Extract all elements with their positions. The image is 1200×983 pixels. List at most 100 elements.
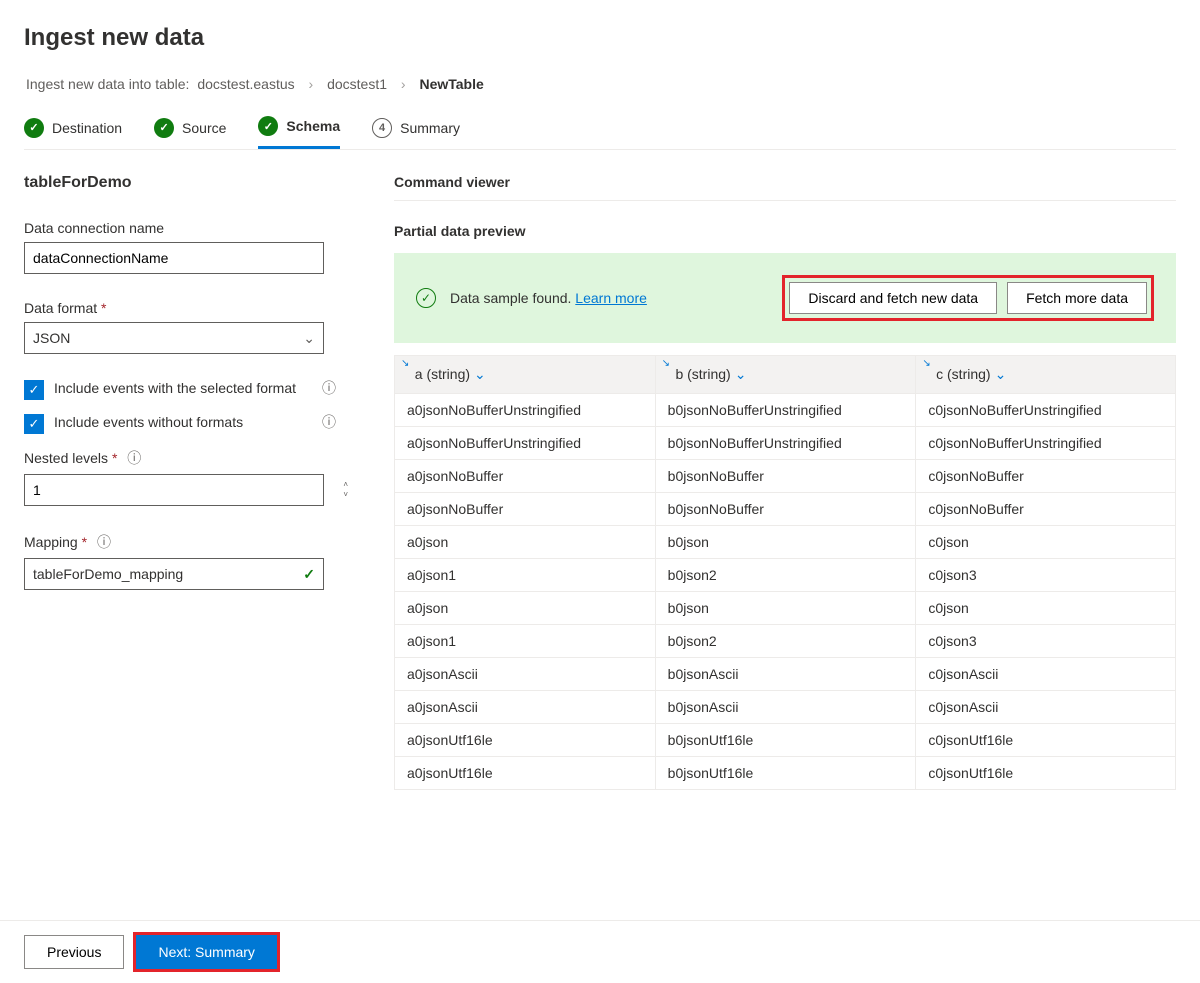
step-schema[interactable]: ✓ Schema (258, 116, 340, 149)
preview-heading: Partial data preview (394, 223, 1176, 239)
table-cell: a0jsonUtf16le (395, 724, 656, 757)
table-cell: c0jsonNoBuffer (916, 460, 1176, 493)
step-label: Source (182, 120, 226, 136)
step-source[interactable]: ✓ Source (154, 116, 226, 149)
info-icon[interactable]: ⓘ (322, 378, 336, 398)
breadcrumb-prefix: Ingest new data into table: (26, 76, 189, 92)
info-icon[interactable]: ⓘ (322, 412, 336, 432)
chevron-down-icon[interactable]: ⌄ (995, 366, 1007, 382)
table-row: a0jsonNoBufferb0jsonNoBufferc0jsonNoBuff… (395, 460, 1176, 493)
table-cell: a0jsonNoBufferUnstringified (395, 394, 656, 427)
discard-fetch-button[interactable]: Discard and fetch new data (789, 282, 997, 314)
table-cell: a0json (395, 526, 656, 559)
breadcrumb-part-1[interactable]: docstest1 (327, 76, 387, 92)
previous-button[interactable]: Previous (24, 935, 124, 969)
column-header[interactable]: ↘ b (string)⌄ (655, 356, 916, 394)
breadcrumb-part-2: NewTable (419, 76, 483, 92)
table-row: a0jsonUtf16leb0jsonUtf16lec0jsonUtf16le (395, 757, 1176, 790)
include-selected-format-checkbox[interactable]: ✓ (24, 380, 44, 400)
mapping-select[interactable]: tableForDemo_mapping ✓ (24, 558, 324, 590)
mapping-value: tableForDemo_mapping (33, 566, 183, 582)
step-label: Schema (286, 118, 340, 134)
column-header[interactable]: ↘ a (string)⌄ (395, 356, 656, 394)
table-cell: c0json (916, 592, 1176, 625)
info-icon[interactable]: ⓘ (127, 450, 141, 466)
chevron-down-icon[interactable]: ⌄ (474, 366, 486, 382)
table-cell: a0jsonUtf16le (395, 757, 656, 790)
table-cell: a0jsonNoBuffer (395, 493, 656, 526)
new-column-icon: ↘ (662, 358, 670, 369)
new-column-icon: ↘ (922, 358, 930, 369)
table-row: a0jsonb0jsonc0json (395, 592, 1176, 625)
learn-more-link[interactable]: Learn more (575, 290, 647, 306)
table-row: a0json1b0json2c0json3 (395, 559, 1176, 592)
table-cell: c0jsonNoBufferUnstringified (916, 427, 1176, 460)
table-cell: c0json3 (916, 625, 1176, 658)
step-destination[interactable]: ✓ Destination (24, 116, 122, 149)
check-icon: ✓ (154, 118, 174, 138)
table-cell: c0json3 (916, 559, 1176, 592)
format-select[interactable]: JSON ⌄ (24, 322, 324, 354)
stepper-controls[interactable]: ˄ ˅ (343, 474, 348, 506)
format-value: JSON (33, 330, 70, 346)
table-cell: c0jsonNoBufferUnstringified (916, 394, 1176, 427)
table-row: a0jsonAsciib0jsonAsciic0jsonAscii (395, 658, 1176, 691)
table-cell: c0jsonAscii (916, 691, 1176, 724)
info-icon[interactable]: ⓘ (97, 534, 111, 550)
conn-name-input[interactable] (24, 242, 324, 274)
table-cell: b0jsonUtf16le (655, 757, 916, 790)
include-without-format-label: Include events without formats (54, 414, 243, 430)
table-cell: a0json1 (395, 559, 656, 592)
table-cell: b0jsonUtf16le (655, 724, 916, 757)
include-without-format-checkbox[interactable]: ✓ (24, 414, 44, 434)
table-cell: b0jsonNoBufferUnstringified (655, 394, 916, 427)
table-row: a0jsonb0jsonc0json (395, 526, 1176, 559)
table-row: a0json1b0json2c0json3 (395, 625, 1176, 658)
breadcrumb: Ingest new data into table: docstest.eas… (24, 76, 1176, 92)
chevron-down-icon[interactable]: ⌄ (735, 366, 747, 382)
step-label: Summary (400, 120, 460, 136)
table-cell: b0json (655, 526, 916, 559)
table-cell: b0json2 (655, 559, 916, 592)
table-name-heading: tableForDemo (24, 174, 354, 192)
table-cell: a0json1 (395, 625, 656, 658)
next-button[interactable]: Next: Summary (136, 935, 276, 969)
success-icon: ✓ (416, 288, 436, 308)
table-cell: b0json2 (655, 625, 916, 658)
conn-label: Data connection name (24, 220, 354, 236)
table-cell: a0jsonNoBuffer (395, 460, 656, 493)
table-cell: b0jsonAscii (655, 691, 916, 724)
nested-levels-input[interactable] (24, 474, 324, 506)
mapping-label: Mapping * ⓘ (24, 532, 354, 552)
table-cell: c0json (916, 526, 1176, 559)
chevron-right-icon: › (309, 76, 314, 92)
table-cell: a0jsonAscii (395, 658, 656, 691)
chevron-down-icon[interactable]: ˅ (343, 490, 348, 500)
table-cell: b0jsonNoBuffer (655, 493, 916, 526)
column-header[interactable]: ↘ c (string)⌄ (916, 356, 1176, 394)
step-label: Destination (52, 120, 122, 136)
chevron-up-icon[interactable]: ˄ (343, 480, 348, 490)
step-number-icon: 4 (372, 118, 392, 138)
include-without-format-row: ✓ Include events without formats ⓘ (24, 414, 354, 434)
banner-message: Data sample found. Learn more (450, 290, 647, 306)
chevron-right-icon: › (401, 76, 406, 92)
breadcrumb-part-0[interactable]: docstest.eastus (197, 76, 294, 92)
fetch-more-button[interactable]: Fetch more data (1007, 282, 1147, 314)
step-summary[interactable]: 4 Summary (372, 116, 460, 149)
check-icon: ✓ (303, 566, 315, 583)
left-panel: tableForDemo Data connection name Data f… (24, 174, 354, 790)
table-row: a0jsonNoBufferUnstringifiedb0jsonNoBuffe… (395, 394, 1176, 427)
wizard-steps: ✓ Destination ✓ Source ✓ Schema 4 Summar… (24, 116, 1176, 150)
banner-actions: Discard and fetch new data Fetch more da… (782, 275, 1154, 321)
table-row: a0jsonUtf16leb0jsonUtf16lec0jsonUtf16le (395, 724, 1176, 757)
include-selected-format-row: ✓ Include events with the selected forma… (24, 380, 354, 400)
page-title: Ingest new data (24, 24, 1176, 52)
table-cell: b0jsonAscii (655, 658, 916, 691)
table-row: a0jsonNoBufferUnstringifiedb0jsonNoBuffe… (395, 427, 1176, 460)
format-label: Data format * (24, 300, 354, 316)
table-cell: c0jsonUtf16le (916, 757, 1176, 790)
table-row: a0jsonNoBufferb0jsonNoBufferc0jsonNoBuff… (395, 493, 1176, 526)
table-cell: c0jsonAscii (916, 658, 1176, 691)
new-column-icon: ↘ (401, 358, 409, 369)
